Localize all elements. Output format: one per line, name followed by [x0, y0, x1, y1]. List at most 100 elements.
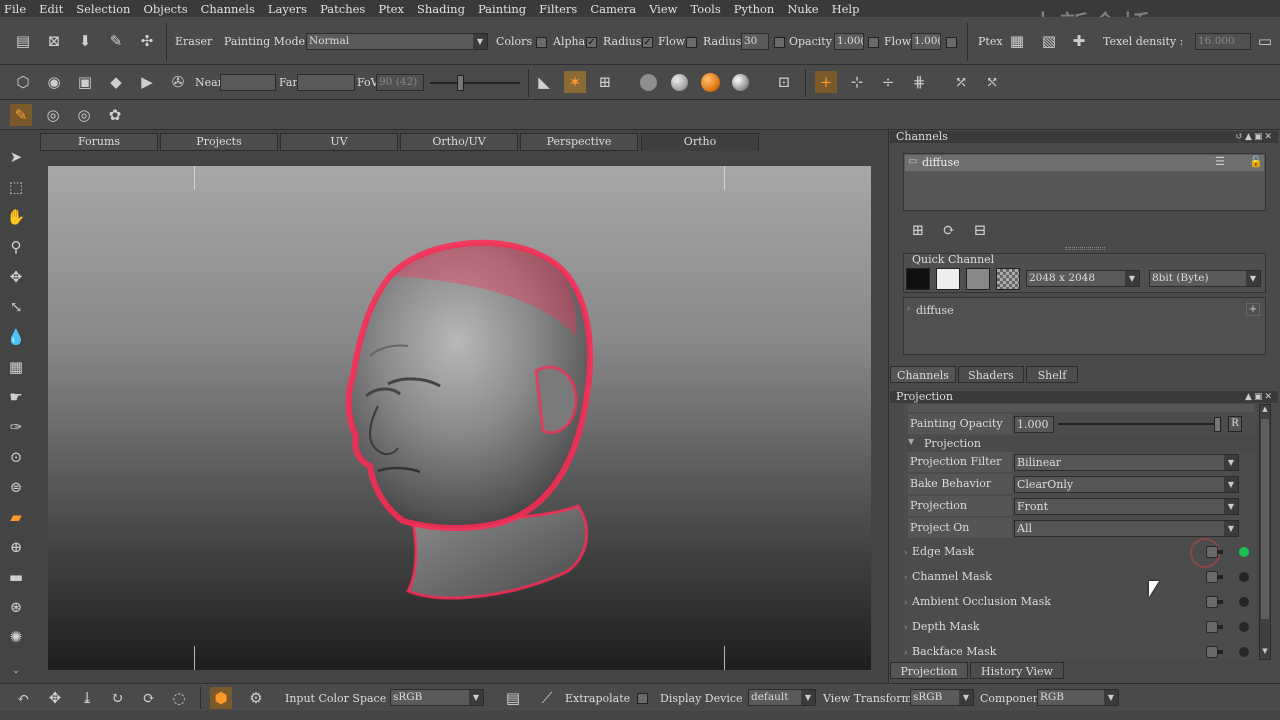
texel-density-input[interactable]: 16.000: [1195, 33, 1251, 50]
quick-checker-swatch[interactable]: [996, 268, 1020, 290]
brush-settings-icon[interactable]: ✣: [136, 30, 158, 52]
paint-through-icon[interactable]: ✶: [564, 71, 586, 93]
backface-mask-row[interactable]: › Backface Mask: [904, 641, 1256, 659]
eye-icon[interactable]: ◉: [43, 71, 65, 93]
alpha-checkbox[interactable]: ✓: [586, 37, 597, 48]
paint-mode-icon[interactable]: ✎: [10, 104, 32, 126]
component-select[interactable]: RGB ▼: [1037, 689, 1119, 706]
flow-input[interactable]: 1.00(: [911, 33, 941, 50]
tab-channels[interactable]: Channels: [890, 366, 956, 383]
menu-tools[interactable]: Tools: [691, 2, 721, 16]
quick-item-expand-icon[interactable]: ›: [907, 304, 910, 313]
texel-apply-icon[interactable]: ▭: [1254, 30, 1276, 52]
menu-view[interactable]: View: [649, 2, 677, 16]
ao-mask-status-dot[interactable]: [1239, 597, 1249, 607]
menu-selection[interactable]: Selection: [76, 2, 130, 16]
ptex-tool-icon[interactable]: ✚: [1068, 30, 1090, 52]
ao-mask-row[interactable]: › Ambient Occlusion Mask: [904, 591, 1256, 613]
close-file-icon[interactable]: ⊠: [43, 30, 65, 52]
quick-item-label[interactable]: diffuse: [916, 304, 954, 317]
menu-file[interactable]: File: [4, 2, 26, 16]
depth-select[interactable]: 8bit (Byte) ▼: [1149, 270, 1261, 287]
circle-select-icon[interactable]: ◌: [168, 687, 190, 709]
opacity-input[interactable]: 1.00(: [834, 33, 864, 50]
menu-help[interactable]: Help: [832, 2, 860, 16]
depth-mask-row[interactable]: › Depth Mask: [904, 616, 1256, 638]
brush-icon[interactable]: ✎: [105, 30, 127, 52]
grid-icon[interactable]: ▦: [5, 356, 27, 378]
input-color-space-select[interactable]: sRGB ▼: [390, 689, 484, 706]
edge-mask-status-dot[interactable]: [1239, 547, 1249, 557]
projection-section-header[interactable]: ▼ Projection: [908, 436, 1256, 452]
painting-opacity-slider-track[interactable]: [1058, 423, 1218, 425]
menu-painting[interactable]: Painting: [478, 2, 526, 16]
shading-full-icon[interactable]: [732, 74, 749, 91]
menu-shading[interactable]: Shading: [417, 2, 465, 16]
painting-opacity-input[interactable]: 1.000: [1014, 416, 1054, 433]
download-icon[interactable]: ⬇: [74, 30, 96, 52]
resolution-select[interactable]: 2048 x 2048 ▼: [1026, 270, 1140, 287]
target-icon[interactable]: ⊙: [5, 446, 27, 468]
menu-camera[interactable]: Camera: [590, 2, 636, 16]
settings-gear-icon[interactable]: ⚙: [245, 687, 267, 709]
add-light-icon[interactable]: +: [815, 71, 837, 93]
menu-python[interactable]: Python: [734, 2, 775, 16]
gradient-icon[interactable]: ▬: [5, 566, 27, 588]
eraser-icon[interactable]: ▰: [5, 506, 27, 528]
view-eye-icon[interactable]: ◎: [42, 104, 64, 126]
undo-icon[interactable]: ↶: [12, 687, 34, 709]
tab-history-view[interactable]: History View: [970, 662, 1064, 679]
menu-layers[interactable]: Layers: [268, 2, 307, 16]
depth-mask-status-dot[interactable]: [1239, 622, 1249, 632]
zoom-icon[interactable]: ⚲: [5, 236, 27, 258]
far-input[interactable]: [297, 74, 355, 91]
radius-checkbox[interactable]: ✓: [642, 37, 653, 48]
select-arrow-icon[interactable]: ➤: [5, 146, 27, 168]
channel-row[interactable]: diffuse ▭ ☰ 🔓: [905, 155, 1264, 171]
blur-drop-icon[interactable]: 💧: [5, 326, 27, 348]
tab-forums[interactable]: Forums: [40, 133, 158, 151]
projection-select[interactable]: Front ▼: [1014, 498, 1239, 515]
transform-target-icon[interactable]: ⊛: [5, 596, 27, 618]
panel-window-controls-icon[interactable]: ↺▲▣✕: [1235, 131, 1274, 143]
chart-icon[interactable]: ▤: [502, 687, 524, 709]
tab-shelf[interactable]: Shelf: [1026, 366, 1078, 383]
bake-behavior-select[interactable]: ClearOnly ▼: [1014, 476, 1239, 493]
frame-icon[interactable]: ▣: [74, 71, 96, 93]
smudge-icon[interactable]: ☛: [5, 386, 27, 408]
menu-nuke[interactable]: Nuke: [787, 2, 818, 16]
fov-input[interactable]: 90 (42): [376, 74, 424, 91]
move-light-icon[interactable]: ⊹: [846, 71, 868, 93]
tab-ortho[interactable]: Ortho: [641, 133, 759, 151]
scrollbar-thumb[interactable]: [1261, 419, 1269, 619]
painting-mode-select[interactable]: Normal ▼: [306, 33, 488, 50]
tab-uv[interactable]: UV: [280, 133, 398, 151]
new-icon[interactable]: ▤: [12, 30, 34, 52]
add-channel-icon[interactable]: ⊞: [907, 219, 929, 241]
rotate-icon[interactable]: ↻: [106, 687, 128, 709]
channel-menu-icon[interactable]: ☰: [1215, 155, 1225, 168]
menu-channels[interactable]: Channels: [201, 2, 255, 16]
quick-white-swatch[interactable]: [936, 268, 960, 290]
fov-slider-handle[interactable]: [457, 75, 464, 91]
channel-mask-status-dot[interactable]: [1239, 572, 1249, 582]
stamp-icon[interactable]: ⊜: [5, 476, 27, 498]
lock-icon[interactable]: 🔓: [1249, 155, 1263, 168]
align-icon[interactable]: ÷: [877, 71, 899, 93]
pan-hand-icon[interactable]: ✋: [5, 206, 27, 228]
extrapolate-checkbox[interactable]: [637, 693, 648, 704]
edge-mask-row[interactable]: › Edge Mask: [904, 538, 1256, 568]
flow-pressure-checkbox[interactable]: [946, 37, 957, 48]
projection-filter-select[interactable]: Bilinear ▼: [1014, 454, 1239, 471]
shading-lit-icon[interactable]: [701, 73, 720, 92]
radius-input[interactable]: 30: [741, 33, 769, 50]
menu-edit[interactable]: Edit: [39, 2, 63, 16]
reset-button[interactable]: R: [1228, 416, 1242, 432]
tab-perspective[interactable]: Perspective: [520, 133, 638, 151]
tab-shaders[interactable]: Shaders: [958, 366, 1024, 383]
extrapolate-icon[interactable]: ⟋: [536, 687, 558, 709]
menu-filters[interactable]: Filters: [539, 2, 577, 16]
radius-pressure-checkbox[interactable]: [774, 37, 785, 48]
cursor-mode-icon[interactable]: ◣: [533, 71, 555, 93]
camera-icon[interactable]: ✇: [167, 71, 189, 93]
